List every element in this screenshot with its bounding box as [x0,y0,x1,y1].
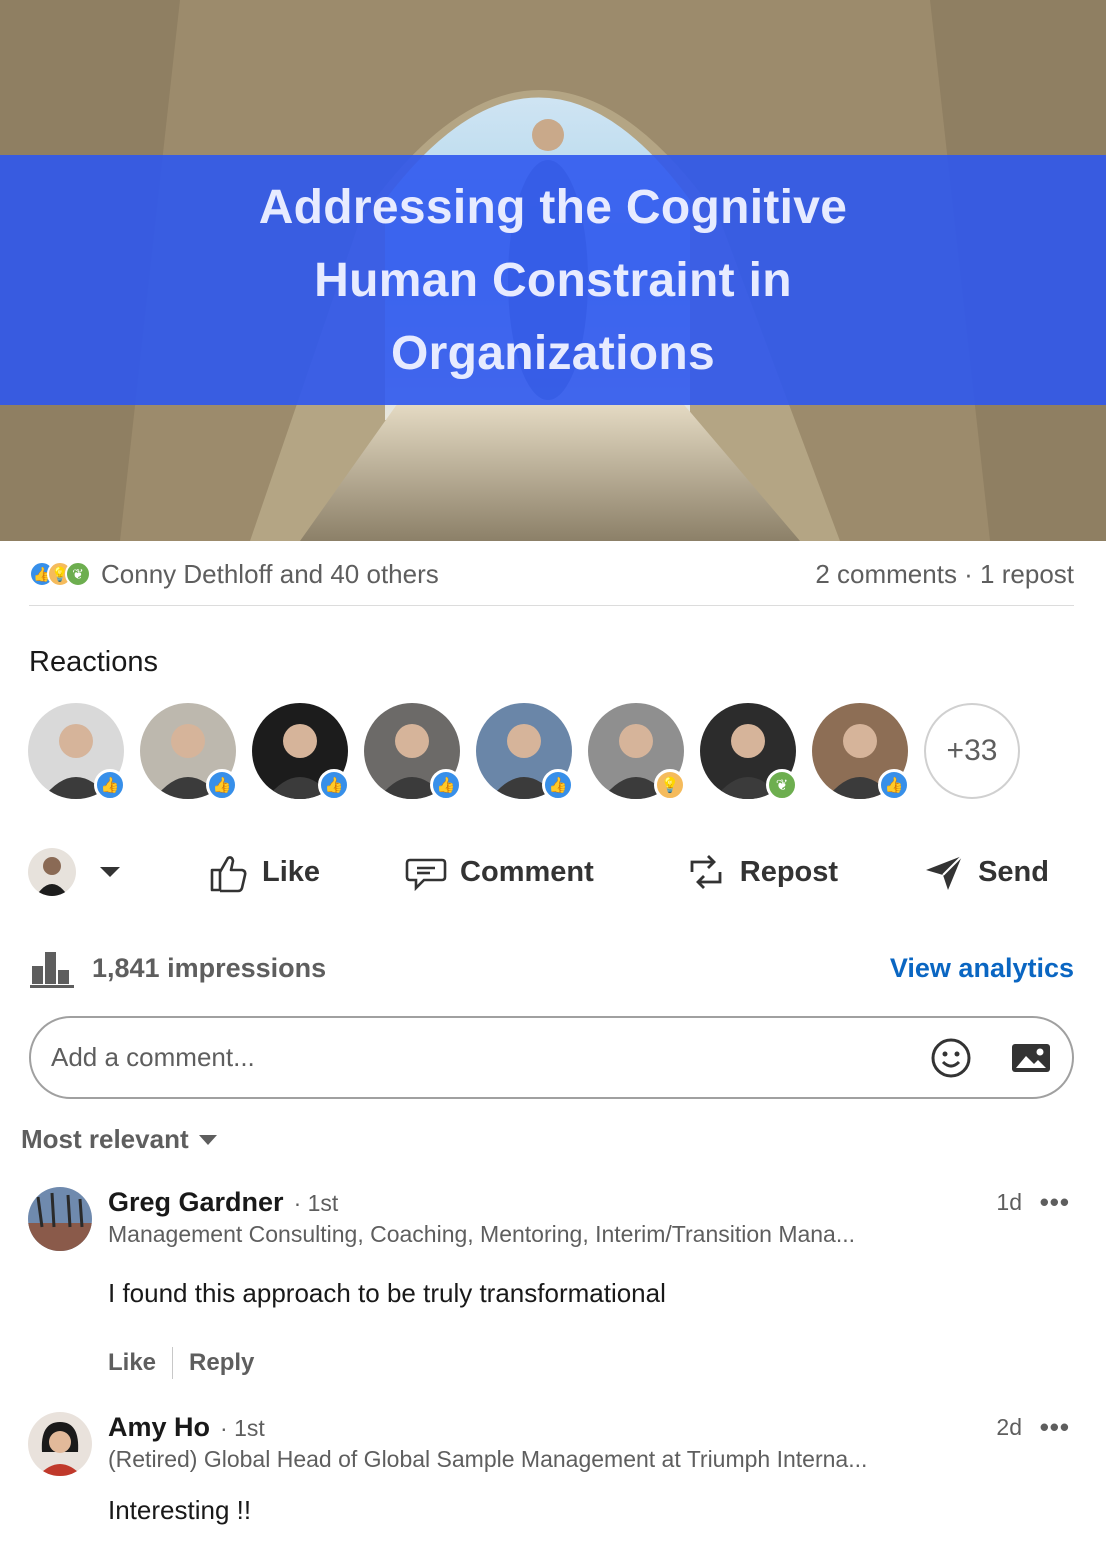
reactor-avatar[interactable]: 👍 [364,703,462,801]
impressions-row: 1,841 impressions View analytics [30,946,1074,990]
sort-label: Most relevant [21,1124,189,1154]
impressions-summary[interactable]: 1,841 impressions [30,948,326,988]
more-reactors-count[interactable]: +33 [924,703,1020,799]
like-badge-icon: 👍 [318,769,350,801]
comment-reply-button[interactable]: Reply [189,1349,254,1377]
send-button[interactable]: Send [922,850,1049,894]
reactor-avatars: 👍 👍 👍 👍 👍 💡 ❦ 👍 +33 [28,703,1020,801]
comment-label: Comment [460,855,594,888]
like-badge-icon: 👍 [542,769,574,801]
reaction-summary[interactable]: 👍 💡 ❦ Conny Dethloff and 40 others [29,556,439,592]
comment-sort-dropdown[interactable]: Most relevant [21,1124,217,1155]
comment-timestamp: 1d [996,1189,1022,1215]
chevron-down-icon [198,1134,217,1145]
emoji-icon[interactable] [930,1037,972,1079]
reactor-avatar[interactable]: 👍 [476,703,574,801]
post-image-title: Addressing the Cognitive Human Constrain… [258,180,848,380]
support-icon: ❦ [65,561,91,587]
reactor-avatar[interactable]: 💡 [588,703,686,801]
title-banner: Addressing the Cognitive Human Constrain… [0,155,1106,405]
comments-reposts-count[interactable]: 2 comments · 1 repost [815,556,1074,592]
comment-input[interactable] [51,1042,892,1073]
commenter-name-row: Greg Gardner · 1st [108,1187,1068,1221]
repost-icon [690,855,722,889]
chevron-down-icon [100,867,120,877]
comment-timestamp: 2d [996,1414,1022,1440]
repost-button[interactable]: Repost [684,850,838,894]
social-counts: 👍 💡 ❦ Conny Dethloff and 40 others 2 com… [29,556,1074,606]
comment-text: Interesting !! [108,1495,252,1525]
like-badge-icon: 👍 [94,769,126,801]
like-badge-icon: 👍 [878,769,910,801]
commenter-avatar[interactable] [28,1412,92,1476]
like-badge-icon: 👍 [430,769,462,801]
comment-body: Greg Gardner · 1st Management Consulting… [108,1187,1068,1379]
reactor-avatar[interactable]: 👍 [140,703,238,801]
commenter-name[interactable]: Amy Ho [108,1412,210,1443]
comment-actions: Like Reply [108,1347,1068,1379]
comment-button[interactable]: Comment [404,850,594,894]
commenter-headline: Management Consulting, Coaching, Mentori… [108,1221,856,1247]
send-label: Send [978,855,1049,888]
comment-item: Amy Ho · 1st (Retired) Global Head of Gl… [28,1412,1088,1560]
view-analytics-link[interactable]: View analytics [890,953,1074,984]
reaction-identity-selector[interactable] [28,848,188,896]
comment-text: I found this approach to be truly transf… [108,1278,666,1308]
post-image[interactable]: Addressing the Cognitive Human Constrain… [0,0,1106,541]
more-options-icon[interactable]: ••• [1040,1187,1070,1218]
reactor-avatar[interactable]: 👍 [252,703,350,801]
more-options-icon[interactable]: ••• [1040,1412,1070,1443]
connection-degree: · 1st [293,1190,339,1216]
connection-degree: · 1st [220,1415,265,1441]
repost-label: Repost [739,855,839,888]
comment-like-button[interactable]: Like [108,1349,156,1377]
reactor-avatar[interactable]: ❦ [700,703,798,801]
divider [172,1347,174,1379]
commenter-avatar[interactable] [28,1187,92,1251]
send-icon [926,855,963,890]
comment-icon [405,858,447,892]
post-action-bar: Like Comment Repost Send [28,840,1088,904]
reactors-summary[interactable]: Conny Dethloff and 40 others [101,556,439,592]
insightful-badge-icon: 💡 [654,769,686,801]
impressions-count: 1,841 impressions [92,952,327,983]
reactor-avatar[interactable]: 👍 [812,703,910,801]
comment-composer [29,1016,1074,1099]
comment-body: Amy Ho · 1st (Retired) Global Head of Gl… [108,1412,1068,1526]
image-icon[interactable] [1010,1037,1052,1079]
support-badge-icon: ❦ [766,769,798,801]
comment-item: Greg Gardner · 1st Management Consulting… [28,1187,1088,1379]
like-label: Like [262,855,321,888]
my-avatar [28,848,76,896]
bar-chart-icon [30,952,74,988]
commenter-name[interactable]: Greg Gardner [108,1187,284,1218]
reactor-avatar[interactable]: 👍 [28,703,126,801]
like-button[interactable]: Like [206,850,320,894]
like-badge-icon: 👍 [206,769,238,801]
commenter-name-row: Amy Ho · 1st [108,1412,1068,1446]
commenter-headline: (Retired) Global Head of Global Sample M… [108,1446,868,1472]
thumbs-up-icon [210,856,247,893]
reactions-heading: Reactions [29,646,158,678]
